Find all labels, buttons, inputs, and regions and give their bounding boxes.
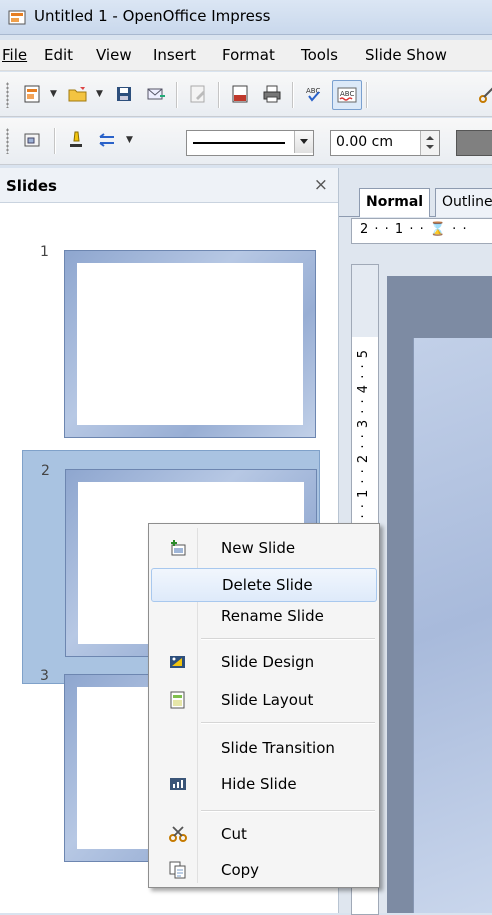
horizontal-ruler-marks: 2 · · 1 · · ⌛ · · — [360, 222, 468, 237]
slides-pane-title: Slides — [6, 177, 57, 195]
menu-tools[interactable]: Tools — [301, 46, 338, 64]
line-width-spinner[interactable] — [420, 131, 439, 155]
menu-file[interactable]: File — [2, 46, 27, 64]
line-color-button[interactable] — [62, 126, 90, 154]
email-icon — [147, 88, 165, 100]
menu-format[interactable]: Format — [222, 46, 275, 64]
menu-item-rename-slide[interactable]: Rename Slide — [151, 600, 375, 632]
email-button[interactable] — [142, 80, 170, 108]
menu-slide-show[interactable]: Slide Show — [365, 46, 447, 64]
slide-layout-icon — [170, 691, 185, 709]
open-dropdown-arrow[interactable]: ▼ — [96, 89, 103, 99]
menu-item-label: Slide Layout — [221, 691, 314, 709]
menu-item-label: Slide Transition — [221, 739, 335, 757]
menu-view[interactable]: View — [96, 46, 132, 64]
line-style-preview — [193, 142, 285, 144]
menu-item-new-slide[interactable]: New Slide — [151, 532, 375, 564]
new-dropdown-arrow[interactable]: ▼ — [50, 89, 57, 99]
svg-text:ABC: ABC — [340, 90, 354, 98]
menu-item-slide-layout[interactable]: Slide Layout — [151, 684, 375, 716]
printer-icon — [263, 85, 281, 103]
slide-context-menu: New Slide Delete Slide Rename Slide Slid… — [148, 523, 380, 888]
menu-item-label: Hide Slide — [221, 775, 297, 793]
toolbar-grip[interactable] — [6, 82, 9, 108]
scissors-icon — [169, 826, 187, 842]
edit-points-icon — [24, 133, 40, 147]
scissors-icon — [479, 87, 492, 103]
pdf-icon — [232, 85, 248, 103]
view-tabs: Normal Outline — [339, 182, 492, 217]
new-slide-icon — [171, 540, 186, 556]
edit-file-icon — [190, 85, 205, 103]
menu-item-slide-design[interactable]: Slide Design — [151, 646, 375, 678]
arrow-style-button[interactable] — [94, 126, 122, 154]
menu-item-label: Delete Slide — [222, 576, 313, 594]
line-width-field[interactable]: 0.00 cm — [330, 130, 440, 156]
new-document-icon — [24, 85, 40, 103]
menu-item-label: Cut — [221, 825, 247, 843]
menu-item-label: New Slide — [221, 539, 296, 557]
menu-item-hide-slide[interactable]: Hide Slide — [151, 768, 375, 800]
print-button[interactable] — [258, 80, 286, 108]
arrow-style-icon — [99, 133, 114, 147]
standard-toolbar: ▼ ▼ ABC ABC — [0, 72, 492, 117]
impress-app-icon — [8, 10, 26, 25]
slides-pane-header: Slides × — [0, 168, 338, 203]
menu-insert[interactable]: Insert — [153, 46, 196, 64]
menu-item-label: Copy — [221, 861, 260, 879]
spellcheck-button[interactable]: ABC — [300, 80, 328, 108]
save-button[interactable] — [110, 80, 138, 108]
hide-slide-icon — [170, 778, 186, 790]
edit-file-button[interactable] — [184, 80, 212, 108]
export-pdf-button[interactable] — [226, 80, 254, 108]
menu-item-label: Rename Slide — [221, 607, 324, 625]
tab-normal[interactable]: Normal — [359, 188, 431, 217]
line-style-dropdown-arrow[interactable] — [294, 131, 313, 153]
cut-toolbar-button[interactable] — [474, 80, 492, 108]
tab-outline[interactable]: Outline — [435, 188, 492, 217]
open-button[interactable] — [64, 80, 92, 108]
line-color-swatch[interactable] — [456, 130, 492, 156]
menu-item-cut[interactable]: Cut — [151, 818, 375, 850]
horizontal-ruler: 2 · · 1 · · ⌛ · · — [351, 218, 492, 244]
save-icon — [117, 87, 131, 101]
menu-item-copy[interactable]: Copy — [151, 854, 375, 886]
line-style-select[interactable] — [186, 130, 314, 156]
window-title: Untitled 1 - OpenOffice Impress — [34, 7, 271, 25]
menu-bar: File Edit View Insert Format Tools Slide… — [0, 40, 492, 71]
spellcheck-icon: ABC — [306, 87, 320, 102]
arrow-style-dropdown[interactable]: ▼ — [126, 135, 133, 145]
title-bar: Untitled 1 - OpenOffice Impress — [0, 0, 492, 35]
menu-item-label: Slide Design — [221, 653, 315, 671]
slide-number: 2 — [41, 463, 50, 479]
autospellcheck-button[interactable]: ABC — [332, 80, 362, 110]
close-icon[interactable]: × — [314, 175, 328, 195]
toolbar-grip[interactable] — [6, 128, 9, 154]
open-folder-icon — [68, 87, 87, 102]
new-document-button[interactable] — [18, 80, 46, 108]
edit-points-button[interactable] — [18, 126, 46, 154]
slide-thumbnail-1[interactable] — [64, 250, 316, 438]
autospellcheck-icon: ABC — [337, 87, 357, 103]
slide-number: 3 — [40, 668, 49, 684]
current-slide-edge[interactable] — [413, 338, 492, 913]
slide-number: 1 — [40, 244, 49, 260]
copy-icon — [169, 861, 186, 879]
pen-icon — [70, 131, 82, 147]
menu-item-delete-slide[interactable]: Delete Slide — [151, 568, 377, 602]
menu-item-slide-transition[interactable]: Slide Transition — [151, 732, 375, 764]
line-width-value: 0.00 cm — [336, 134, 393, 150]
menu-edit[interactable]: Edit — [44, 46, 73, 64]
slide-design-icon — [170, 656, 185, 668]
